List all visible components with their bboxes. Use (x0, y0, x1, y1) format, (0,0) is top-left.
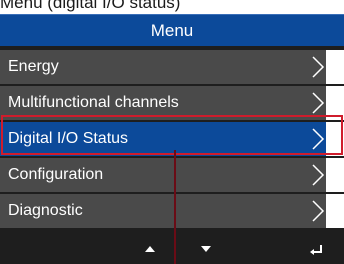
menu-item-edge (326, 194, 344, 228)
device-screen: Menu Energy Multifunctional channels Dig… (0, 14, 344, 264)
menu-item-label: Digital I/O Status (0, 122, 326, 156)
enter-icon (310, 245, 322, 255)
chevron-right-icon (312, 164, 325, 186)
chevron-right-icon (312, 92, 325, 114)
chevron-right-icon (312, 56, 325, 78)
menu-header: Menu (0, 14, 344, 46)
up-arrow-icon (145, 246, 155, 252)
menu-item-digital-io-status[interactable]: Digital I/O Status (0, 122, 344, 156)
menu-item-diagnostic[interactable]: Diagnostic (0, 194, 344, 228)
menu-item-edge (326, 158, 344, 192)
enter-button[interactable] (296, 236, 336, 264)
chevron-right-icon (312, 128, 325, 150)
menu-item-label: Diagnostic (0, 194, 326, 228)
menu-item-label: Configuration (0, 158, 326, 192)
menu-item-edge (326, 86, 344, 120)
menu-item-label: Energy (0, 50, 326, 84)
down-arrow-icon (201, 246, 211, 252)
callout-pointer-line (174, 150, 176, 264)
menu-item-label: Multifunctional channels (0, 86, 326, 120)
menu-item-edge (326, 122, 344, 156)
down-button[interactable] (187, 236, 227, 264)
menu-item-energy[interactable]: Energy (0, 50, 344, 84)
menu-item-edge (326, 50, 344, 84)
chevron-right-icon (312, 200, 325, 222)
menu-item-configuration[interactable]: Configuration (0, 158, 344, 192)
menu-item-multifunctional-channels[interactable]: Multifunctional channels (0, 86, 344, 120)
up-button[interactable] (131, 236, 171, 264)
softkey-bar (0, 236, 344, 264)
figure-caption: Menu (digital I/O status) (0, 0, 181, 12)
